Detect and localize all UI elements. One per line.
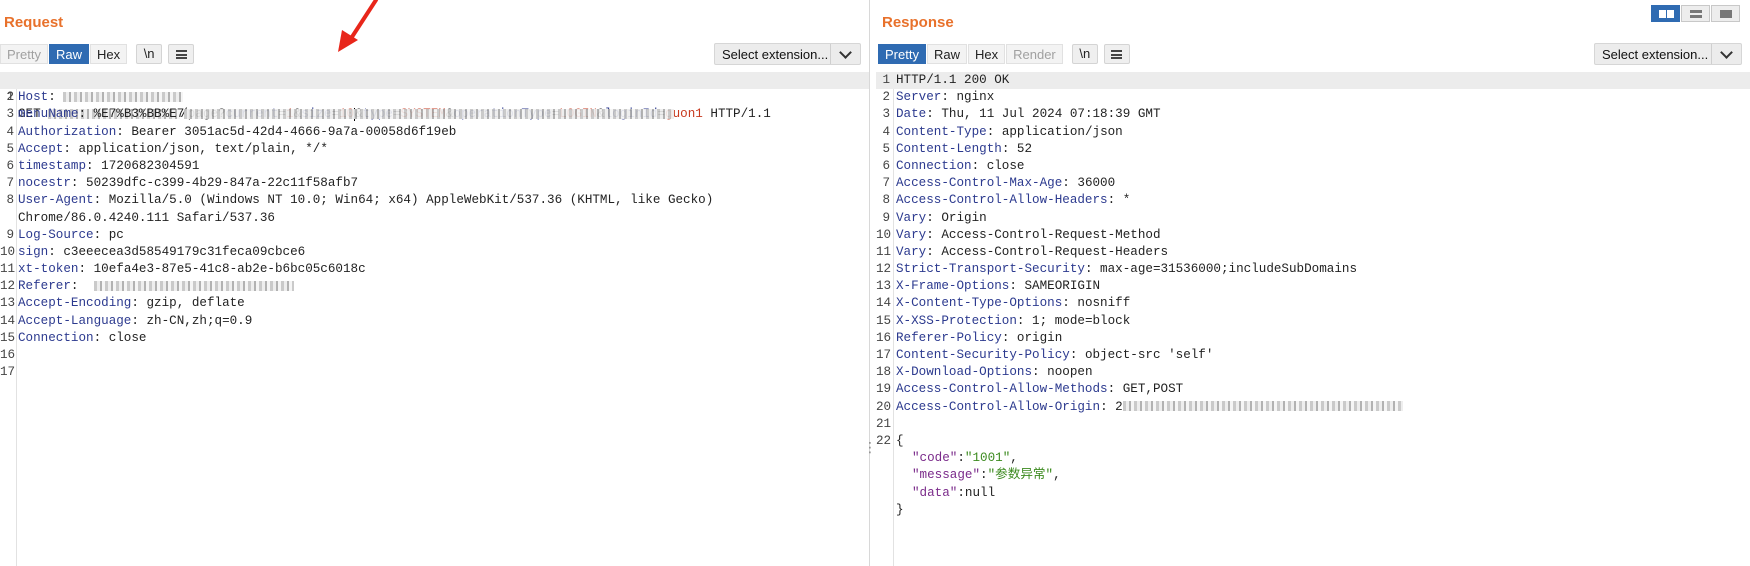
redacted-menuname [184,109,675,120]
layout-switch [1651,5,1741,22]
header-line: 3 menuName: %E7%B3%BB%E7 [0,106,869,123]
header-line: 13 Accept-Encoding: gzip, deflate [0,296,245,311]
json-field: "code":"1001", [912,451,1018,466]
chevron-down-icon [830,44,860,64]
request-select-extension[interactable]: Select extension... [714,43,861,65]
header-line: 5 Accept: application/json, text/plain, *… [6,141,328,156]
response-select-extension[interactable]: Select extension... [1594,43,1742,65]
header-line: 15 X-XSS-Protection: 1; mode=block [876,313,1131,328]
single-pane-icon[interactable] [1711,5,1740,22]
header-line: 6 timestamp: 1720682304591 [6,158,200,173]
response-tab-hex[interactable]: Hex [967,44,1006,64]
response-menu-button[interactable] [1103,44,1130,64]
header-line: 2 Server: nginx [882,90,995,105]
menu-icon [175,50,187,60]
request-editor[interactable]: 1 GET /page?current=1&size=10&type=SYSTE… [0,72,869,566]
json-close: } [896,502,904,517]
json-field: "data":null [912,485,996,500]
empty-line: 16 [0,348,16,362]
header-line: 12 Referer: [0,278,869,295]
header-line: 8 User-Agent: Mozilla/5.0 (Windows NT 10.… [6,193,714,208]
request-tab-raw[interactable]: Raw [48,44,89,64]
header-line: 9 Vary: Origin [882,210,987,225]
header-line: 7 Access-Control-Max-Age: 36000 [882,176,1116,191]
json-field: "message":"参数异常", [912,468,1061,483]
empty-line: 21 [876,416,892,431]
redacted-origin [1122,401,1403,412]
split-rows-icon[interactable] [1681,5,1710,22]
header-line: 16 Referer-Policy: origin [876,330,1063,345]
header-line: 20 Access-Control-Allow-Origin: 2 [876,399,1750,416]
response-select-extension-label: Select extension... [1602,46,1709,62]
header-line: 13 X-Frame-Options: SAMEORIGIN [876,279,1101,294]
header-line: 15 Connection: close [0,330,147,345]
request-pane: Request Pretty Raw Hex \n Select extensi… [0,0,870,566]
request-select-extension-label: Select extension... [722,46,829,62]
header-line: 9 Log-Source: pc [6,227,124,242]
status-line: 1 HTTP/1.1 200 OK [876,72,1750,90]
header-line: 2 Host: [0,89,869,106]
request-tab-pretty[interactable]: Pretty [0,44,48,64]
header-line: 8 Access-Control-Allow-Headers: * [882,193,1131,208]
header-line: 11 Vary: Access-Control-Request-Headers [876,244,1169,259]
request-title: Request [4,14,64,31]
annotation-arrow-icon [338,0,378,52]
header-line-wrap: Chrome/86.0.4240.111 Safari/537.36 [18,210,275,225]
header-line: 14 X-Content-Type-Options: nosniff [876,296,1131,311]
response-tab-render[interactable]: Render [1006,44,1063,64]
header-line: 14 Accept-Language: zh-CN,zh;q=0.9 [0,313,253,328]
json-open: 22{ [876,433,904,448]
menu-icon [1111,50,1123,60]
header-line: 10 sign: c3eeecea3d58549179c31feca09cbce6 [0,244,306,259]
redacted-host [63,91,184,102]
response-toolbar: Pretty Raw Hex Render \n [878,44,1136,64]
request-line: 1 GET /page?current=1&size=10&type=SYSTE… [0,72,869,121]
request-newline-toggle[interactable]: \n [136,44,163,64]
response-newline-toggle[interactable]: \n [1071,44,1098,64]
response-editor[interactable]: 1 HTTP/1.1 200 OK 2 Server: nginx 3 Date: T… [876,72,1750,566]
header-line: 18 X-Download-Options: noopen [876,365,1093,380]
header-line: 4 Authorization: Bearer 3051ac5d-42d4-466… [6,124,457,139]
response-pane: Response Pretty Raw Hex Render \n Select… [876,0,1750,566]
response-tab-raw[interactable]: Raw [926,44,967,64]
request-toolbar: Pretty Raw Hex \n [0,44,200,64]
split-columns-icon[interactable] [1651,5,1680,22]
header-line: 7 nocestr: 50239dfc-c399-4b29-847a-22c11f… [6,176,359,191]
response-title: Response [882,14,954,31]
header-line: 6 Connection: close [882,158,1025,173]
chevron-down-icon [1711,44,1741,64]
header-line: 10 Vary: Access-Control-Request-Method [876,227,1161,242]
request-menu-button[interactable] [168,44,195,64]
header-line: 12 Strict-Transport-Security: max-age=315… [876,262,1358,277]
header-line: 19 Access-Control-Allow-Methods: GET,POST [876,382,1184,397]
empty-line: 17 [0,365,16,380]
redacted-referer [93,280,294,291]
request-tab-hex[interactable]: Hex [89,44,128,64]
pane-resize-handle[interactable]: ⋮ [863,438,877,458]
header-line: 17 Content-Security-Policy: object-src 's… [876,348,1214,362]
header-line: 11 xt-token: 10efa4e3-87e5-41c8-ab2e-b6bc… [0,262,366,277]
response-tab-pretty[interactable]: Pretty [878,44,926,64]
header-line: 4 Content-Type: application/json [882,124,1123,139]
header-line: 3 Date: Thu, 11 Jul 2024 07:18:39 GMT [882,107,1161,122]
header-line: 5 Content-Length: 52 [882,141,1033,156]
